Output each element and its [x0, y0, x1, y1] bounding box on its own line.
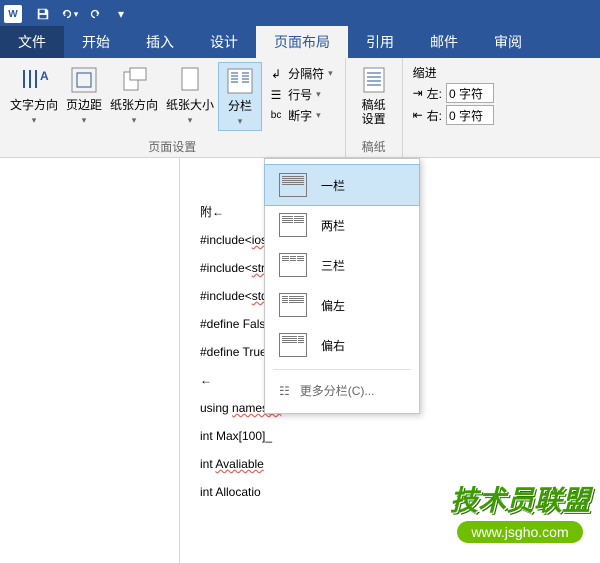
columns-two[interactable]: 两栏 [265, 205, 419, 245]
indent-right-input[interactable] [446, 105, 494, 125]
chevron-down-icon: ▾ [188, 115, 193, 125]
line-numbers-label: 行号 [288, 86, 312, 103]
size-icon [174, 64, 206, 96]
ribbon: A 文字方向 ▾ 页边距 ▾ 纸张方向 ▾ 纸张大小 ▾ 分栏 ▾ ↲分隔符 ▾ ☰行号 [0, 58, 600, 158]
indent-left-icon: ⇥ [413, 86, 423, 100]
chevron-down-icon: ▾ [74, 9, 79, 20]
svg-text:A: A [40, 69, 49, 83]
save-icon [36, 7, 50, 21]
orientation-button[interactable]: 纸张方向 ▾ [106, 62, 162, 129]
margins-button[interactable]: 页边距 ▾ [62, 62, 106, 129]
text-direction-icon: A [18, 64, 50, 96]
chevron-down-icon: ▾ [132, 115, 137, 125]
chevron-down-icon: ▾ [328, 68, 333, 79]
columns-three-icon [279, 253, 307, 277]
tab-insert[interactable]: 插入 [128, 26, 192, 58]
ribbon-tabs: 文件 开始 插入 设计 页面布局 引用 邮件 审阅 [0, 28, 600, 58]
group-manuscript: 稿纸 设置 稿纸 [346, 58, 403, 157]
chevron-down-icon: ▾ [32, 115, 37, 125]
tab-file[interactable]: 文件 [0, 26, 64, 58]
navigation-pane[interactable] [0, 158, 180, 563]
tab-design[interactable]: 设计 [192, 26, 256, 58]
size-label: 纸张大小 [166, 98, 214, 112]
tab-page-layout[interactable]: 页面布局 [256, 26, 348, 58]
breaks-label: 分隔符 [288, 65, 324, 82]
text-direction-label: 文字方向 [10, 98, 58, 112]
chevron-down-icon: ▾ [82, 115, 87, 125]
indent-left-input[interactable] [446, 83, 494, 103]
doc-line: int Avaliable [200, 450, 600, 478]
tab-review[interactable]: 审阅 [476, 26, 540, 58]
more-columns-icon: ☷ [279, 384, 290, 398]
chevron-down-icon: ▾ [316, 89, 321, 100]
group-label-page-setup: 页面设置 [6, 136, 339, 155]
orientation-label: 纸张方向 [110, 98, 158, 112]
save-button[interactable] [32, 3, 54, 25]
columns-one-label: 一栏 [321, 177, 345, 194]
breaks-button[interactable]: ↲分隔符 ▾ [266, 64, 335, 83]
margins-icon [68, 64, 100, 96]
margins-label: 页边距 [66, 98, 102, 112]
hyphenation-button[interactable]: bc断字 ▾ [266, 106, 335, 125]
columns-more[interactable]: ☷ 更多分栏(C)... [265, 374, 419, 407]
breaks-icon: ↲ [268, 66, 284, 82]
indent-title: 缩进 [413, 64, 494, 81]
columns-icon [224, 65, 256, 97]
group-indent: 缩进 ⇥ 左: ⇤ 右: [403, 58, 504, 157]
columns-right-icon [279, 333, 307, 357]
columns-left[interactable]: 偏左 [265, 285, 419, 325]
tab-mailings[interactable]: 邮件 [412, 26, 476, 58]
columns-two-label: 两栏 [321, 217, 345, 234]
undo-button[interactable]: ▾ [58, 3, 80, 25]
undo-icon [60, 7, 74, 21]
group-page-setup: A 文字方向 ▾ 页边距 ▾ 纸张方向 ▾ 纸张大小 ▾ 分栏 ▾ ↲分隔符 ▾ ☰行号 [0, 58, 346, 157]
manuscript-button[interactable]: 稿纸 设置 [352, 62, 396, 128]
title-bar: W ▾ ▾ [0, 0, 600, 28]
columns-three[interactable]: 三栏 [265, 245, 419, 285]
redo-button[interactable] [84, 3, 106, 25]
watermark-text: 技术员联盟 [450, 479, 590, 519]
size-button[interactable]: 纸张大小 ▾ [162, 62, 218, 129]
watermark-url: www.jsgho.com [457, 521, 582, 543]
watermark: 技术员联盟 www.jsgho.com [450, 479, 590, 543]
doc-line: int Max[100]_ [200, 422, 600, 450]
line-numbers-icon: ☰ [268, 87, 284, 103]
chevron-down-icon: ▾ [118, 7, 124, 21]
orientation-icon [118, 64, 150, 96]
word-app-icon: W [4, 5, 22, 23]
columns-more-label: 更多分栏(C)... [300, 382, 375, 399]
indent-left-label: 左: [427, 85, 442, 102]
hyphenation-icon: bc [268, 108, 284, 124]
columns-one[interactable]: 一栏 [264, 164, 420, 206]
columns-three-label: 三栏 [321, 257, 345, 274]
columns-right[interactable]: 偏右 [265, 325, 419, 365]
chevron-down-icon: ▾ [238, 116, 243, 126]
group-label-manuscript: 稿纸 [352, 136, 396, 155]
line-numbers-button[interactable]: ☰行号 ▾ [266, 85, 335, 104]
columns-label: 分栏 [228, 99, 252, 113]
columns-left-icon [279, 293, 307, 317]
columns-right-label: 偏右 [321, 337, 345, 354]
indent-right-icon: ⇤ [413, 108, 423, 122]
columns-dropdown: 一栏 两栏 三栏 偏左 偏右 ☷ 更多分栏(C)... [264, 158, 420, 414]
qat-customize[interactable]: ▾ [110, 3, 132, 25]
tab-home[interactable]: 开始 [64, 26, 128, 58]
columns-two-icon [279, 213, 307, 237]
tab-references[interactable]: 引用 [348, 26, 412, 58]
text-direction-button[interactable]: A 文字方向 ▾ [6, 62, 62, 129]
columns-button[interactable]: 分栏 ▾ [218, 62, 262, 131]
hyphenation-label: 断字 [288, 107, 312, 124]
manuscript-label: 稿纸 设置 [362, 98, 386, 126]
columns-left-label: 偏左 [321, 297, 345, 314]
manuscript-icon [358, 64, 390, 96]
columns-one-icon [279, 173, 307, 197]
redo-icon [88, 7, 102, 21]
dropdown-separator [273, 369, 411, 370]
indent-right-label: 右: [427, 107, 442, 124]
chevron-down-icon: ▾ [316, 110, 321, 121]
